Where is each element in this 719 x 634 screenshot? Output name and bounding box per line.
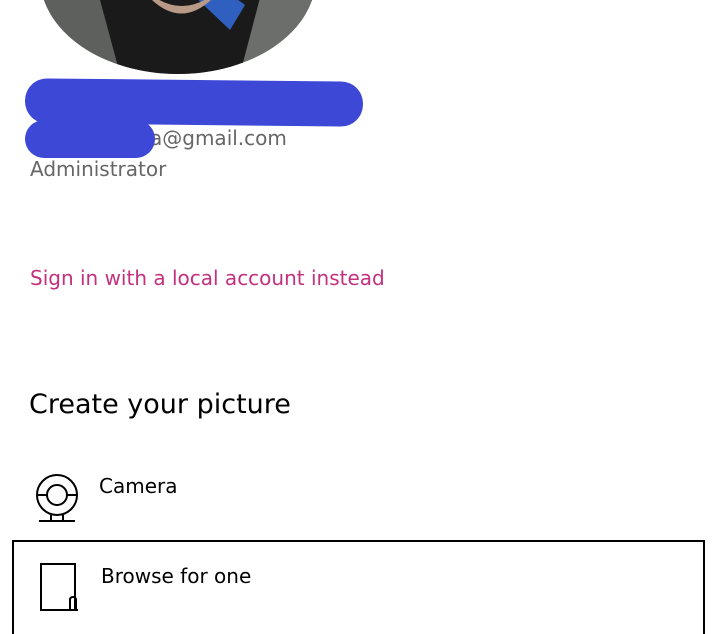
account-email-text: a@gmail.com <box>150 126 287 150</box>
camera-icon <box>34 474 80 524</box>
camera-option[interactable]: Camera <box>12 460 705 534</box>
sign-in-local-account-link[interactable]: Sign in with a local account instead <box>30 266 385 290</box>
browse-option[interactable]: Browse for one <box>12 540 705 634</box>
browse-label: Browse for one <box>101 564 252 588</box>
account-role: Administrator <box>30 157 167 181</box>
redacted-email <box>25 120 155 158</box>
file-icon <box>36 562 82 612</box>
create-picture-heading: Create your picture <box>29 389 291 420</box>
camera-label: Camera <box>99 474 178 498</box>
profile-avatar <box>40 0 316 74</box>
